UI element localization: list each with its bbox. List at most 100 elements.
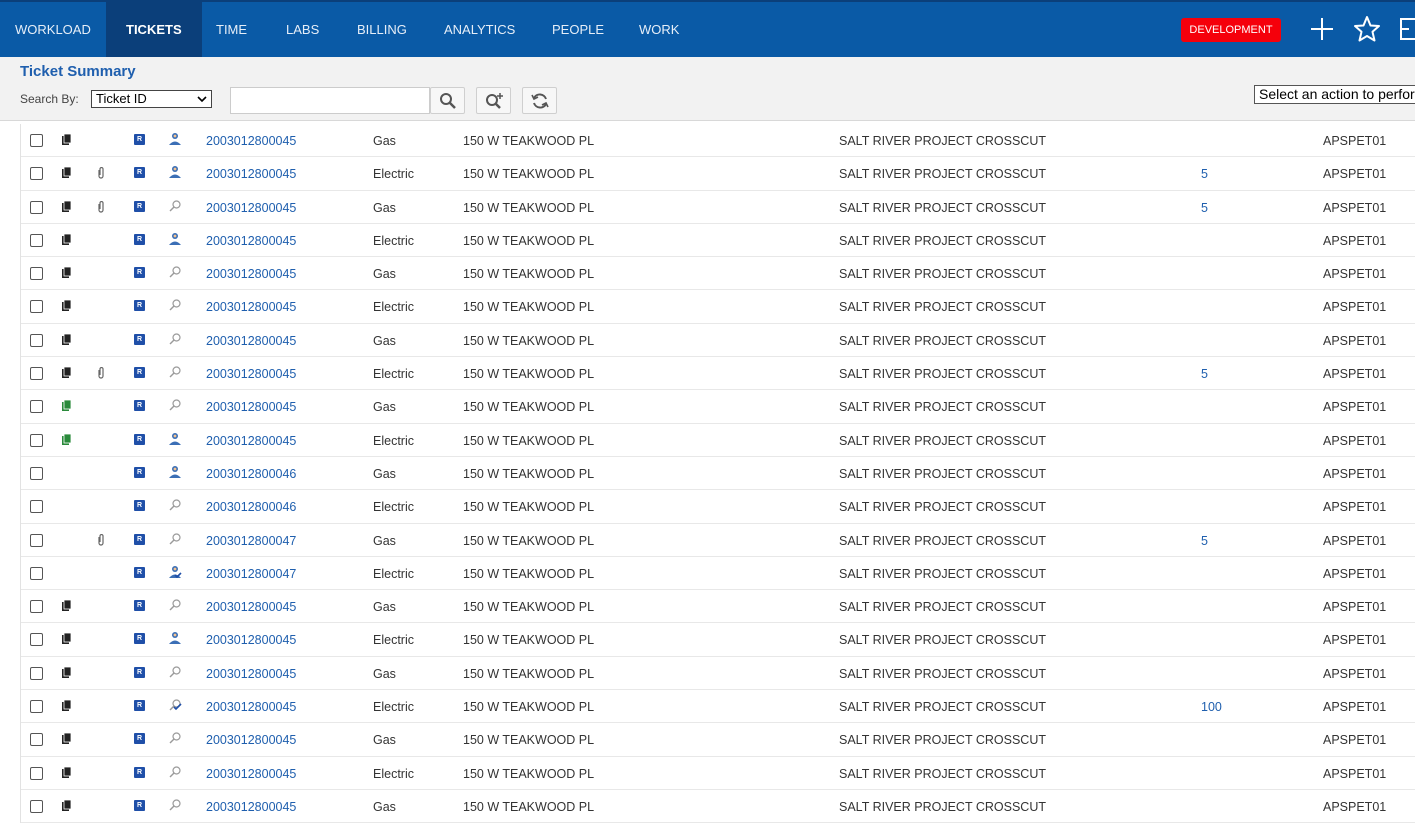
document-icon[interactable] [62,700,71,712]
row-checkbox[interactable] [30,500,43,514]
star-icon[interactable] [1352,14,1382,44]
row-checkbox[interactable] [30,466,43,480]
magnifier-icon[interactable] [168,698,182,712]
table-row[interactable]: R 2003012800045 Gas 150 W TEAKWOOD PL SALT R… [21,590,1415,624]
search-input[interactable] [230,87,430,114]
count-link[interactable]: 5 [1201,367,1208,381]
table-row[interactable]: R 2003012800047 Electric 150 W TEAKWOOD PL S… [21,557,1415,591]
row-checkbox[interactable] [30,167,43,181]
ticket-id-link[interactable]: 2003012800045 [206,167,296,181]
magnifier-icon[interactable] [168,332,182,346]
magnifier-icon[interactable] [168,532,182,546]
nav-time[interactable]: TIME [216,2,247,57]
ticket-id-link[interactable]: 2003012800047 [206,534,296,548]
count-link[interactable]: 5 [1201,201,1208,215]
document-icon[interactable] [62,267,71,279]
ticket-id-link[interactable]: 2003012800045 [206,400,296,414]
row-checkbox[interactable] [30,700,43,714]
table-row[interactable]: R 2003012800045 Gas 150 W TEAKWOOD PL SALT R… [21,324,1415,358]
magnifier-icon[interactable] [168,298,182,312]
magnifier-icon[interactable] [168,498,182,512]
document-icon[interactable] [62,134,71,145]
ticket-id-link[interactable]: 2003012800047 [206,567,296,581]
table-row[interactable]: R 2003012800045 Electric 150 W TEAKWOOD PL S… [21,290,1415,324]
row-checkbox[interactable] [30,799,43,813]
document-icon[interactable] [62,666,71,678]
magnifier-icon[interactable] [168,365,182,379]
r-badge-icon[interactable]: R [134,500,145,512]
document-icon[interactable] [62,600,71,612]
agent-icon[interactable] [168,565,182,579]
r-badge-icon[interactable]: R [134,600,145,612]
attachment-icon[interactable] [96,167,106,179]
agent-icon[interactable] [168,465,182,479]
ticket-id-link[interactable]: 2003012800045 [206,334,296,348]
table-row[interactable]: R 2003012800045 Gas 150 W TEAKWOOD PL SALT R… [21,657,1415,691]
r-badge-icon[interactable]: R [134,566,145,578]
ticket-id-link[interactable]: 2003012800045 [206,633,296,647]
nav-tickets[interactable]: TICKETS [106,2,202,57]
r-badge-icon[interactable]: R [134,533,145,545]
document-icon[interactable] [62,733,71,745]
r-badge-icon[interactable]: R [134,200,145,212]
table-row[interactable]: R 2003012800045 Gas 150 W TEAKWOOD PL SALT R… [21,790,1415,824]
r-badge-icon[interactable]: R [134,633,145,645]
count-link[interactable]: 5 [1201,167,1208,181]
table-row[interactable]: R 2003012800045 Gas 150 W TEAKWOOD PL SALT R… [21,257,1415,291]
ticket-id-link[interactable]: 2003012800045 [206,700,296,714]
row-checkbox[interactable] [30,200,43,214]
count-link[interactable]: 5 [1201,534,1208,548]
document-icon[interactable] [62,433,71,445]
count-link[interactable]: 100 [1201,700,1222,714]
document-icon[interactable] [62,633,71,645]
ticket-id-link[interactable]: 2003012800045 [206,667,296,681]
ticket-id-link[interactable]: 2003012800045 [206,434,296,448]
table-row[interactable]: R 2003012800046 Electric 150 W TEAKWOOD PL S… [21,490,1415,524]
table-row[interactable]: R 2003012800045 Gas 150 W TEAKWOOD PL SALT R… [21,390,1415,424]
attachment-icon[interactable] [96,533,106,546]
row-checkbox[interactable] [30,666,43,680]
plus-icon[interactable] [1307,14,1337,44]
magnifier-icon[interactable] [168,265,182,279]
r-badge-icon[interactable]: R [134,733,145,745]
magnifier-icon[interactable] [168,665,182,679]
r-badge-icon[interactable]: R [134,167,145,179]
table-row[interactable]: R 2003012800045 Electric 150 W TEAKWOOD PL S… [21,157,1415,191]
table-row[interactable]: R 2003012800045 Electric 150 W TEAKWOOD PL S… [21,224,1415,258]
ticket-id-link[interactable]: 2003012800045 [206,201,296,215]
r-badge-icon[interactable]: R [134,333,145,345]
document-icon[interactable] [62,233,71,245]
table-row[interactable]: R 2003012800045 Gas 150 W TEAKWOOD PL SALT R… [21,723,1415,757]
table-row[interactable]: R 2003012800045 Electric 150 W TEAKWOOD PL S… [21,757,1415,790]
nav-labs[interactable]: LABS [286,2,319,57]
ticket-id-link[interactable]: 2003012800045 [206,234,296,248]
row-checkbox[interactable] [30,267,43,281]
search-button[interactable] [430,87,465,114]
row-checkbox[interactable] [30,533,43,547]
row-checkbox[interactable] [30,733,43,747]
table-row[interactable]: R 2003012800045 Gas 150 W TEAKWOOD PL SALT R… [21,191,1415,224]
document-icon[interactable] [62,167,71,179]
row-checkbox[interactable] [30,633,43,647]
r-badge-icon[interactable]: R [134,300,145,312]
table-row[interactable]: R 2003012800045 Gas 150 W TEAKWOOD PL SALT R… [21,124,1415,158]
advanced-search-button[interactable] [476,87,511,114]
row-checkbox[interactable] [30,333,43,347]
row-checkbox[interactable] [30,300,43,314]
nav-work[interactable]: WORK [639,2,679,57]
nav-people[interactable]: PEOPLE [552,2,604,57]
magnifier-icon[interactable] [168,598,182,612]
ticket-id-link[interactable]: 2003012800045 [206,767,296,781]
table-row[interactable]: R 2003012800045 Electric 150 W TEAKWOOD PL S… [21,424,1415,457]
agent-icon[interactable] [168,132,182,146]
ticket-id-link[interactable]: 2003012800045 [206,367,296,381]
row-checkbox[interactable] [30,766,43,780]
r-badge-icon[interactable]: R [134,466,145,478]
document-icon[interactable] [62,333,71,345]
row-checkbox[interactable] [30,566,43,580]
r-badge-icon[interactable]: R [134,700,145,712]
table-row[interactable]: R 2003012800045 Electric 150 W TEAKWOOD PL S… [21,357,1415,391]
ticket-id-link[interactable]: 2003012800046 [206,500,296,514]
row-checkbox[interactable] [30,367,43,381]
r-badge-icon[interactable]: R [134,433,145,445]
